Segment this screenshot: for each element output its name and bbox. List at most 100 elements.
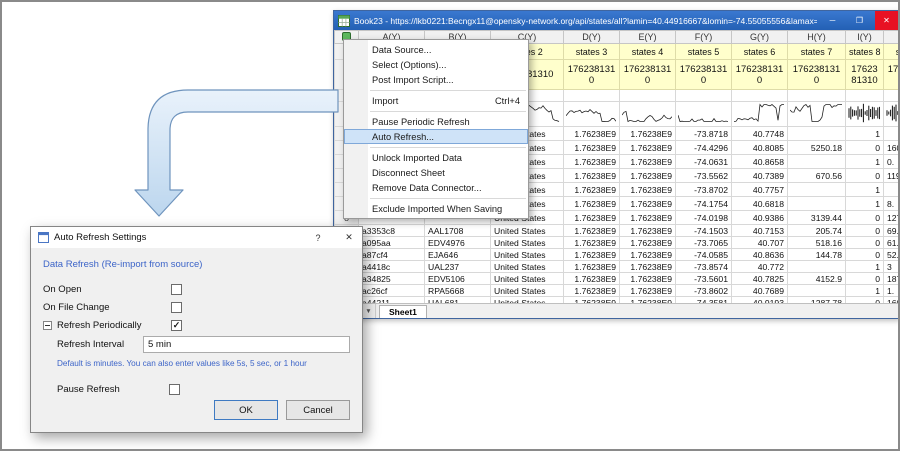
- cell[interactable]: 127: [884, 211, 899, 225]
- column-header[interactable]: D(Y): [564, 31, 620, 44]
- minimize-icon[interactable]: ─: [821, 11, 844, 30]
- cell[interactable]: 1.76238E9: [620, 225, 676, 237]
- cell[interactable]: [788, 197, 846, 211]
- cell[interactable]: -74.4296: [676, 141, 732, 155]
- cell[interactable]: [884, 183, 899, 197]
- cell[interactable]: 1: [846, 197, 884, 211]
- fx-cell[interactable]: [676, 90, 732, 102]
- cell[interactable]: 40.8085: [732, 141, 788, 155]
- cell[interactable]: -73.5562: [676, 169, 732, 183]
- sheet-tab[interactable]: Sheet1: [379, 305, 427, 318]
- long-name-cell[interactable]: states 5: [676, 44, 732, 60]
- cell[interactable]: 119.: [884, 169, 899, 183]
- cell[interactable]: a3353c8: [359, 225, 425, 237]
- menu-item-data-source[interactable]: Data Source...: [344, 42, 528, 57]
- long-name-cell[interactable]: states 4: [620, 44, 676, 60]
- cell[interactable]: RPA5668: [425, 285, 491, 297]
- cell[interactable]: 5250.18: [788, 141, 846, 155]
- cell[interactable]: 1.76238E9: [620, 285, 676, 297]
- menu-item-import[interactable]: ImportCtrl+4: [344, 93, 528, 108]
- cell[interactable]: -73.8718: [676, 127, 732, 141]
- comment-cell[interactable]: 1762381310: [788, 60, 846, 90]
- cell[interactable]: 1.76238E9: [620, 261, 676, 273]
- cell[interactable]: 0.: [884, 155, 899, 169]
- cell[interactable]: United States: [491, 273, 564, 285]
- sheet-list-icon[interactable]: ▼: [362, 304, 376, 318]
- cell[interactable]: 1.76238E9: [620, 197, 676, 211]
- cell[interactable]: 670.56: [788, 169, 846, 183]
- cell[interactable]: 160.: [884, 141, 899, 155]
- cell[interactable]: 1.76238E9: [564, 183, 620, 197]
- cell[interactable]: ac26cf: [359, 285, 425, 297]
- cancel-button[interactable]: Cancel: [286, 400, 350, 420]
- cell[interactable]: 0: [846, 141, 884, 155]
- cell[interactable]: 52.: [884, 249, 899, 261]
- cell[interactable]: 1.76238E9: [564, 169, 620, 183]
- cell[interactable]: 1.76238E9: [564, 141, 620, 155]
- column-header[interactable]: G(Y): [732, 31, 788, 44]
- cell[interactable]: 1: [846, 261, 884, 273]
- cell[interactable]: 1.76238E9: [564, 197, 620, 211]
- cell[interactable]: 4152.9: [788, 273, 846, 285]
- cell[interactable]: 1.76238E9: [620, 183, 676, 197]
- cell[interactable]: UAL237: [425, 261, 491, 273]
- cell[interactable]: a34825: [359, 273, 425, 285]
- cell[interactable]: 1.76238E9: [620, 155, 676, 169]
- menu-item-pause-periodic-refresh[interactable]: Pause Periodic Refresh: [344, 114, 528, 129]
- fx-cell[interactable]: [620, 90, 676, 102]
- cell[interactable]: -74.0585: [676, 249, 732, 261]
- cell[interactable]: a87cf4: [359, 249, 425, 261]
- cell[interactable]: 1: [846, 155, 884, 169]
- menu-item-remove-data-connector[interactable]: Remove Data Connector...: [344, 180, 528, 195]
- cell[interactable]: 0: [846, 225, 884, 237]
- cell[interactable]: 40.7153: [732, 225, 788, 237]
- column-header[interactable]: I(Y): [846, 31, 884, 44]
- pause-refresh-checkbox[interactable]: [169, 384, 180, 395]
- menu-item-exclude-imported-when-saving[interactable]: Exclude Imported When Saving: [344, 201, 528, 216]
- refresh-periodically-checkbox[interactable]: ✓: [171, 320, 182, 331]
- cell[interactable]: 1.76238E9: [620, 273, 676, 285]
- menu-item-unlock-imported-data[interactable]: Unlock Imported Data: [344, 150, 528, 165]
- long-name-cell[interactable]: states 8: [846, 44, 884, 60]
- long-name-cell[interactable]: states 9: [884, 44, 899, 60]
- maximize-icon[interactable]: ❐: [848, 11, 871, 30]
- cell[interactable]: 1.76238E9: [620, 211, 676, 225]
- cell[interactable]: 40.7389: [732, 169, 788, 183]
- cell[interactable]: EDV5106: [425, 273, 491, 285]
- comment-cell[interactable]: 1762381310: [884, 60, 899, 90]
- cell[interactable]: a4418c: [359, 261, 425, 273]
- fx-cell[interactable]: [564, 90, 620, 102]
- cell[interactable]: 1.76238E9: [620, 237, 676, 249]
- menu-item-select-options[interactable]: Select (Options)...: [344, 57, 528, 72]
- long-name-cell[interactable]: states 7: [788, 44, 846, 60]
- fx-cell[interactable]: [884, 90, 899, 102]
- cell[interactable]: -74.1754: [676, 197, 732, 211]
- cell[interactable]: 1.76238E9: [564, 237, 620, 249]
- column-header[interactable]: H(Y): [788, 31, 846, 44]
- cell[interactable]: 40.7825: [732, 273, 788, 285]
- cell[interactable]: 1.76238E9: [620, 141, 676, 155]
- cell[interactable]: 8.: [884, 197, 899, 211]
- cell[interactable]: 1.76238E9: [564, 249, 620, 261]
- cell[interactable]: 40.7689: [732, 285, 788, 297]
- collapse-expander-icon[interactable]: [43, 321, 52, 330]
- cell[interactable]: 40.8636: [732, 249, 788, 261]
- cell[interactable]: 40.772: [732, 261, 788, 273]
- cell[interactable]: 1: [846, 285, 884, 297]
- menu-item-post-import-script[interactable]: Post Import Script...: [344, 72, 528, 87]
- comment-cell[interactable]: 1762381310: [732, 60, 788, 90]
- cell[interactable]: -73.8602: [676, 285, 732, 297]
- cell[interactable]: 61.: [884, 237, 899, 249]
- cell[interactable]: 40.6818: [732, 197, 788, 211]
- menu-item-auto-refresh[interactable]: Auto Refresh...: [344, 129, 528, 144]
- cell[interactable]: 1: [846, 183, 884, 197]
- cell[interactable]: -73.8702: [676, 183, 732, 197]
- cell[interactable]: United States: [491, 285, 564, 297]
- cell[interactable]: [788, 261, 846, 273]
- window-titlebar[interactable]: Book23 - https://lkb0221:Becngx11@opensk…: [334, 11, 898, 30]
- cell[interactable]: -74.0631: [676, 155, 732, 169]
- cell[interactable]: 3: [884, 261, 899, 273]
- cell[interactable]: -74.1503: [676, 225, 732, 237]
- cell[interactable]: 1.76238E9: [564, 225, 620, 237]
- cell[interactable]: [788, 183, 846, 197]
